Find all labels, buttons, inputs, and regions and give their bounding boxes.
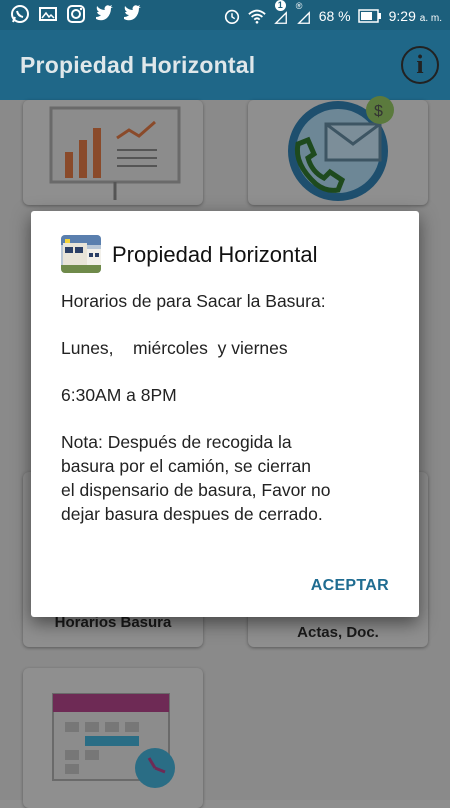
roaming-signal-icon: ® <box>296 1 312 25</box>
battery-percent: 68 % <box>318 8 351 24</box>
info-dialog: Propiedad Horizontal Horarios de para Sa… <box>31 211 419 617</box>
dialog-line-hora: 6:30AM a 8PM <box>61 385 177 405</box>
status-bar: 1 ® 68 % 9:29 a. m. <box>0 0 450 30</box>
notification-badge: 1 <box>274 0 286 11</box>
clock-suffix: a. m. <box>419 13 442 24</box>
dialog-line-dias: Lunes, miércoles y viernes <box>61 338 288 358</box>
alarm-icon <box>224 9 239 25</box>
twitter-icon <box>96 5 113 21</box>
dialog-line-horarios: Horarios de para Sacar la Basura: <box>61 291 326 311</box>
gallery-icon <box>39 7 57 21</box>
signal-icon: 1 <box>273 0 289 25</box>
dialog-line-nota: Nota: Después de recogida la basura por … <box>61 432 331 524</box>
whatsapp-icon <box>11 5 29 23</box>
battery-icon <box>357 9 381 23</box>
aceptar-button[interactable]: ACEPTAR <box>311 577 389 595</box>
dialog-title: Propiedad Horizontal <box>112 242 318 267</box>
clock-time: 9:29 <box>388 8 416 24</box>
building-photo-icon <box>61 235 101 273</box>
instagram-icon <box>67 5 85 23</box>
dialog-message: Horarios de para Sacar la Basura: Lunes,… <box>61 289 391 549</box>
twitter-icon-2 <box>124 5 141 21</box>
wifi-icon <box>248 9 266 24</box>
